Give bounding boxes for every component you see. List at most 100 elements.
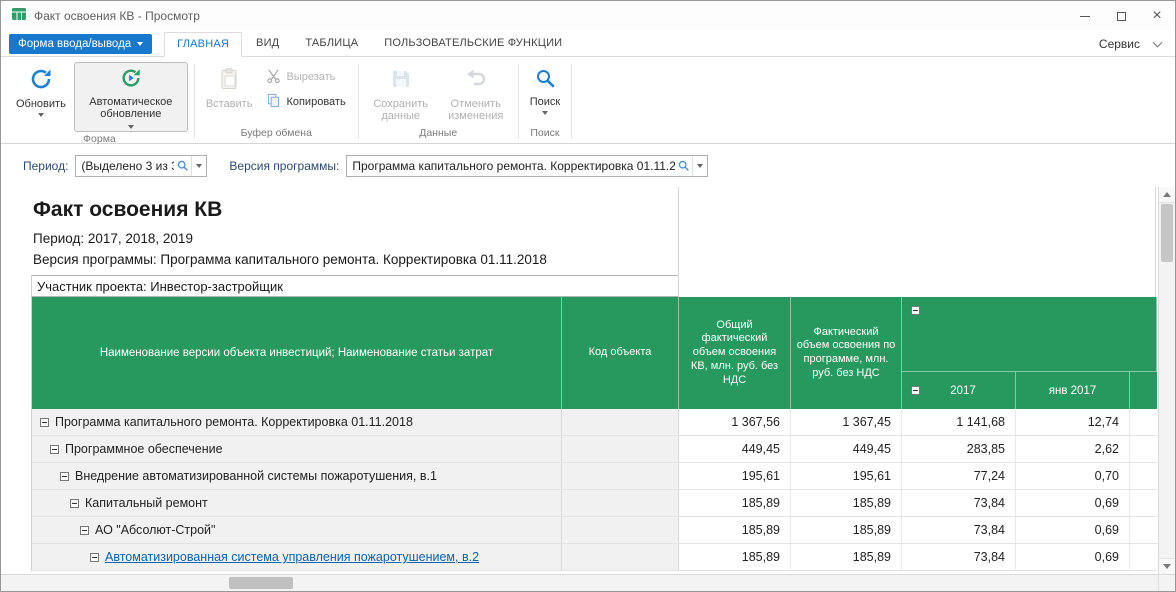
row-name[interactable]: Капитальный ремонт <box>85 496 208 510</box>
search-button[interactable]: Поиск <box>525 62 565 118</box>
combo-dropdown-button[interactable] <box>191 156 206 176</box>
row-name[interactable]: Внедрение автоматизированной системы пож… <box>75 469 437 483</box>
cell-total[interactable]: 195,61 <box>679 463 791 489</box>
io-form-button[interactable]: Форма ввода/вывода <box>9 34 152 54</box>
table-row[interactable]: АО "Абсолют-Строй" 185,89 185,89 73,84 0… <box>32 517 1157 544</box>
cell-total[interactable]: 449,45 <box>679 436 791 462</box>
period-combo[interactable]: (Выделено 3 из 3) <box>75 155 207 177</box>
column-header-name[interactable]: Наименование версии объекта инвестиций; … <box>32 297 562 409</box>
cell-program[interactable]: 185,89 <box>791 544 902 570</box>
collapse-icon[interactable] <box>80 526 89 535</box>
row-code-cell[interactable] <box>562 463 679 489</box>
table-row[interactable]: Программное обеспечение 449,45 449,45 28… <box>32 436 1157 463</box>
report-period-line: Период: 2017, 2018, 2019 <box>33 231 1175 246</box>
cell-year[interactable]: 1 141,68 <box>902 409 1016 435</box>
save-data-button[interactable]: Сохранить данные <box>365 62 437 126</box>
auto-refresh-label: Автоматическое обновление <box>79 96 183 121</box>
program-version-value: Программа капитального ремонта. Корректи… <box>347 159 675 173</box>
table-row[interactable]: Внедрение автоматизированной системы пож… <box>32 463 1157 490</box>
cell-month[interactable]: 0,69 <box>1016 517 1130 543</box>
cell-total[interactable]: 185,89 <box>679 544 791 570</box>
cell-month[interactable]: 0,70 <box>1016 463 1130 489</box>
collapse-icon[interactable] <box>70 499 79 508</box>
column-header-code[interactable]: Код объекта <box>562 297 679 409</box>
cell-program[interactable]: 185,89 <box>791 517 902 543</box>
row-name-link[interactable]: Автоматизированная система управления по… <box>105 550 479 564</box>
row-code-cell[interactable] <box>562 517 679 543</box>
cell-year[interactable]: 73,84 <box>902 490 1016 516</box>
lookup-icon[interactable] <box>675 159 692 172</box>
tab-glavnaya[interactable]: ГЛАВНАЯ <box>164 32 242 57</box>
auto-refresh-button[interactable]: Автоматическое обновление <box>74 62 188 132</box>
cell-year[interactable]: 73,84 <box>902 544 1016 570</box>
tab-tablitsa[interactable]: ТАБЛИЦА <box>293 32 370 55</box>
year-group-header[interactable] <box>902 297 1157 372</box>
scroll-down-button[interactable] <box>1159 558 1175 574</box>
horizontal-scroll-thumb[interactable] <box>229 577 293 589</box>
undo-icon <box>464 67 488 95</box>
program-version-combo[interactable]: Программа капитального ремонта. Корректи… <box>346 155 708 177</box>
tab-user-functions[interactable]: ПОЛЬЗОВАТЕЛЬСКИЕ ФУНКЦИИ <box>372 32 574 55</box>
cell-year[interactable]: 77,24 <box>902 463 1016 489</box>
column-group-years: 2017 янв 2017 <box>902 297 1157 409</box>
cell-month[interactable]: 12,74 <box>1016 409 1130 435</box>
copy-button[interactable]: Копировать <box>260 91 351 112</box>
auto-refresh-icon <box>120 67 142 93</box>
service-menu[interactable]: Сервис <box>1099 37 1140 51</box>
row-code-cell[interactable] <box>562 409 679 435</box>
vertical-scroll-thumb[interactable] <box>1161 204 1173 262</box>
ribbon-group-clipboard: Вставить Вырезать <box>197 61 356 143</box>
table-row[interactable]: Программа капитального ремонта. Корректи… <box>32 409 1157 436</box>
tab-vid[interactable]: ВИД <box>244 32 291 55</box>
window-title: Факт освоения КВ - Просмотр <box>34 9 200 23</box>
horizontal-scrollbar[interactable] <box>1 574 1175 591</box>
group-divider <box>358 64 359 138</box>
column-header-total[interactable]: Общий фактический объем освоения КВ, млн… <box>679 297 791 409</box>
cell-program[interactable]: 1 367,45 <box>791 409 902 435</box>
minimize-button[interactable] <box>1067 1 1103 31</box>
collapse-icon[interactable] <box>50 445 59 454</box>
collapse-icon[interactable] <box>40 418 49 427</box>
group-label-data: Данные <box>361 126 516 143</box>
close-button[interactable] <box>1139 1 1175 31</box>
collapse-group-icon[interactable] <box>911 306 920 315</box>
collapse-year-icon[interactable] <box>911 386 920 395</box>
column-header-program[interactable]: Фактический объем освоения по программе,… <box>791 297 902 409</box>
scroll-up-button[interactable] <box>1159 187 1175 203</box>
cell-program[interactable]: 449,45 <box>791 436 902 462</box>
row-name[interactable]: АО "Абсолют-Строй" <box>95 523 215 537</box>
undo-changes-button[interactable]: Отменить изменения <box>440 62 512 126</box>
row-name[interactable]: Программа капитального ремонта. Корректи… <box>55 415 413 429</box>
cut-button[interactable]: Вырезать <box>260 66 351 87</box>
cell-year[interactable]: 283,85 <box>902 436 1016 462</box>
filter-bar: Период: (Выделено 3 из 3) Версия програм… <box>1 144 1175 187</box>
column-header-month[interactable]: янв 2017 <box>1016 372 1130 409</box>
ribbon-collapse-chevron-icon[interactable] <box>1153 37 1163 47</box>
lookup-icon[interactable] <box>174 159 191 172</box>
cell-program[interactable]: 195,61 <box>791 463 902 489</box>
collapse-icon[interactable] <box>90 553 99 562</box>
row-code-cell[interactable] <box>562 436 679 462</box>
refresh-button[interactable]: Обновить <box>11 62 71 120</box>
cell-total[interactable]: 1 367,56 <box>679 409 791 435</box>
collapse-icon[interactable] <box>60 472 69 481</box>
vertical-scrollbar[interactable] <box>1158 187 1175 574</box>
paste-button[interactable]: Вставить <box>201 62 258 113</box>
table-row[interactable]: Капитальный ремонт 185,89 185,89 73,84 0… <box>32 490 1157 517</box>
table-row[interactable]: Автоматизированная система управления по… <box>32 544 1157 571</box>
cut-icon <box>266 68 281 86</box>
cell-total[interactable]: 185,89 <box>679 517 791 543</box>
cell-month[interactable]: 0,69 <box>1016 544 1130 570</box>
row-code-cell[interactable] <box>562 544 679 570</box>
cell-month[interactable]: 0,69 <box>1016 490 1130 516</box>
row-name[interactable]: Программное обеспечение <box>65 442 223 456</box>
cell-program[interactable]: 185,89 <box>791 490 902 516</box>
cell-year[interactable]: 73,84 <box>902 517 1016 543</box>
cell-total[interactable]: 185,89 <box>679 490 791 516</box>
cell-month[interactable]: 2,62 <box>1016 436 1130 462</box>
data-grid: Наименование версии объекта инвестиций; … <box>31 297 1157 571</box>
column-header-year[interactable]: 2017 <box>902 372 1016 409</box>
maximize-button[interactable] <box>1103 1 1139 31</box>
row-code-cell[interactable] <box>562 490 679 516</box>
combo-dropdown-button[interactable] <box>692 156 707 176</box>
